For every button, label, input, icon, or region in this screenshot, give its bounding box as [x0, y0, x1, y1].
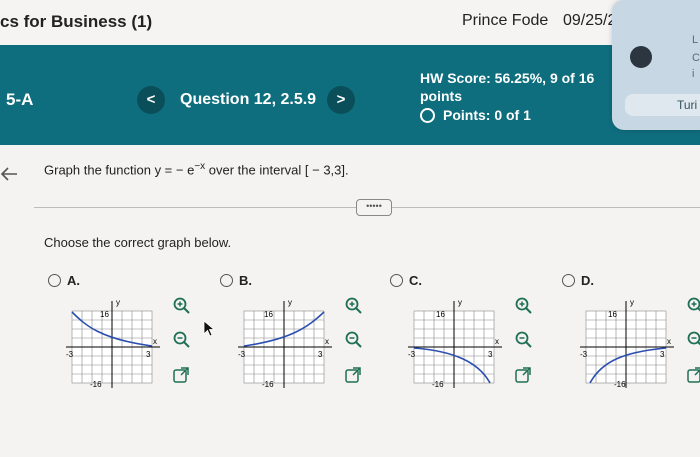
graph-c-expand-icon[interactable]	[514, 366, 532, 384]
prompt-suffix: over the interval [ − 3,3].	[205, 162, 349, 178]
graph-a-xright: 3	[146, 350, 151, 359]
graph-b-expand-icon[interactable]	[344, 366, 362, 384]
graph-b: y x 16 -16 -3 3	[238, 298, 332, 389]
previous-question-button[interactable]: <	[137, 86, 165, 114]
mouse-cursor-icon	[203, 320, 216, 337]
graph-a: y x 16 -16 -3 3	[66, 298, 160, 389]
turn-in-button[interactable]: Turi	[625, 94, 700, 116]
option-a-label: A.	[67, 273, 80, 288]
graph-b-xleft: -3	[238, 350, 246, 359]
prompt-exponent: −x	[194, 161, 206, 172]
graph-c-zoom-out-icon[interactable]	[514, 330, 532, 348]
more-button[interactable]: •••••	[356, 199, 392, 216]
radio-a[interactable]	[48, 274, 61, 287]
option-c[interactable]: C.	[390, 273, 422, 288]
student-name: Prince Fode	[462, 12, 549, 29]
graph-a-xleft: -3	[66, 350, 74, 359]
radio-c[interactable]	[390, 274, 403, 287]
graph-c-ytop: 16	[436, 310, 445, 319]
graph-b-y-label: y	[288, 298, 292, 307]
question-prompt: Graph the function y = − e−x over the in…	[44, 161, 349, 177]
graph-a-zoom-out-icon[interactable]	[172, 330, 190, 348]
graph-b-zoom-out-icon[interactable]	[344, 330, 362, 348]
graph-c-ybot: -16	[432, 380, 444, 389]
graph-c-x-label: x	[495, 337, 499, 346]
back-arrow-icon[interactable]	[0, 165, 18, 188]
graph-c-y-label: y	[458, 298, 462, 307]
graph-d-x-label: x	[667, 337, 671, 346]
graph-c: y x 16 -16 -3 3	[408, 298, 502, 389]
option-d[interactable]: D.	[562, 273, 594, 288]
graph-c-xleft: -3	[408, 350, 416, 359]
question-points: Points: 0 of 1	[420, 107, 531, 123]
info-dot-icon[interactable]	[630, 46, 652, 68]
popup-text-2: C	[692, 52, 700, 64]
graph-c-zoom-in-icon[interactable]	[514, 296, 532, 314]
graph-c-xright: 3	[488, 350, 493, 359]
graph-d: y x 16 -16 -3 3	[580, 298, 674, 389]
graph-d-zoom-out-icon[interactable]	[686, 330, 700, 348]
points-circle-icon	[420, 108, 435, 123]
graph-d-ytop: 16	[608, 310, 617, 319]
graph-d-ybot: -16	[614, 380, 626, 389]
choose-instruction: Choose the correct graph below.	[44, 235, 232, 250]
course-title: cs for Business (1)	[0, 12, 153, 31]
graph-d-zoom-in-icon[interactable]	[686, 296, 700, 314]
graph-a-ybot: -16	[90, 380, 102, 389]
prompt-prefix: Graph the function y = − e	[44, 162, 195, 178]
hw-score: HW Score: 56.25%, 9 of 16 points	[420, 69, 610, 105]
option-d-label: D.	[581, 273, 594, 288]
question-label: Question 12, 2.5.9	[180, 91, 317, 108]
date: 09/25/2	[563, 12, 617, 29]
assignment-header: 5-A < Question 12, 2.5.9 > HW Score: 56.…	[0, 45, 700, 145]
graph-a-expand-icon[interactable]	[172, 366, 190, 384]
graph-a-x-label: x	[153, 337, 157, 346]
graph-b-ytop: 16	[264, 310, 273, 319]
radio-d[interactable]	[562, 274, 575, 287]
homework-id: 5-A	[6, 90, 34, 109]
graph-a-y-label: y	[116, 298, 120, 307]
next-question-button[interactable]: >	[327, 86, 355, 114]
graph-d-y-label: y	[630, 298, 634, 307]
option-b[interactable]: B.	[220, 273, 252, 288]
option-a[interactable]: A.	[48, 273, 80, 288]
popup-text-1: L	[692, 34, 699, 46]
graph-a-ytop: 16	[100, 310, 109, 319]
popup-text-3: i	[692, 68, 695, 80]
graph-b-xright: 3	[318, 350, 323, 359]
graph-d-xright: 3	[660, 350, 665, 359]
top-bar: cs for Business (1) Prince Fode 09/25/2	[0, 0, 700, 45]
radio-b[interactable]	[220, 274, 233, 287]
graph-b-ybot: -16	[262, 380, 274, 389]
hw-score-line2: points	[420, 88, 462, 104]
graph-d-xleft: -3	[580, 350, 588, 359]
graph-d-expand-icon[interactable]	[686, 366, 700, 384]
option-b-label: B.	[239, 273, 252, 288]
graph-b-zoom-in-icon[interactable]	[344, 296, 362, 314]
points-text: Points: 0 of 1	[443, 107, 531, 123]
hw-score-line1: HW Score: 56.25%, 9 of 16	[420, 70, 595, 86]
graph-b-x-label: x	[325, 337, 329, 346]
option-c-label: C.	[409, 273, 422, 288]
graph-a-zoom-in-icon[interactable]	[172, 296, 190, 314]
